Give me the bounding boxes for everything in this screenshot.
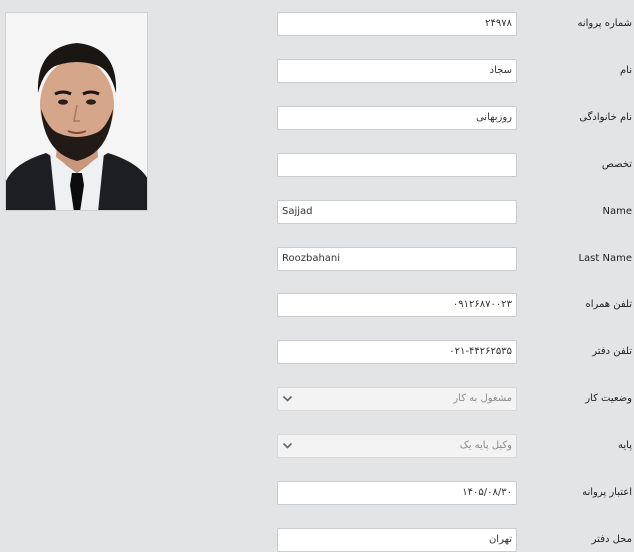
field-value: تهران bbox=[488, 534, 512, 545]
field-value: ۰۹۱۲۶۸۷۰۰۲۳ bbox=[452, 299, 512, 310]
field-label: اعتبار پروانه bbox=[582, 487, 632, 498]
field-label: Name bbox=[602, 206, 632, 217]
chevron-down-icon[interactable] bbox=[282, 440, 293, 451]
field-value: Roozbahani bbox=[282, 253, 341, 264]
field-value: مشغول به کار bbox=[453, 393, 512, 404]
field-label: Last Name bbox=[578, 253, 632, 264]
field-label: نام bbox=[619, 65, 632, 76]
field-value: ۱۴۰۵/۰۸/۳۰ bbox=[462, 487, 512, 498]
form-row: Sajjad Name bbox=[0, 200, 634, 224]
form-row: ۱۴۰۵/۰۸/۳۰ اعتبار پروانه bbox=[0, 481, 634, 505]
text-input[interactable]: ۰۹۱۲۶۸۷۰۰۲۳ bbox=[277, 293, 517, 317]
field-label: پایه bbox=[618, 440, 632, 451]
field-value: ۲۴۹۷۸ bbox=[485, 18, 512, 29]
form-row: سجاد نام bbox=[0, 59, 634, 83]
form-row: روزبهانی نام خانوادگی bbox=[0, 106, 634, 130]
form-row: تخصص bbox=[0, 153, 634, 177]
field-value: ۰۲۱-۴۴۲۶۲۵۳۵ bbox=[449, 346, 512, 357]
form-row: مشغول به کار وضعیت کار bbox=[0, 387, 634, 411]
form-row: ۰۲۱-۴۴۲۶۲۵۳۵ تلفن دفتر bbox=[0, 340, 634, 364]
field-label: وضعیت کار bbox=[585, 393, 632, 404]
form-row: ۰۹۱۲۶۸۷۰۰۲۳ تلفن همراه bbox=[0, 293, 634, 317]
select-dropdown[interactable]: مشغول به کار bbox=[277, 387, 517, 411]
form-row: ۲۴۹۷۸ شماره پروانه bbox=[0, 12, 634, 36]
text-input[interactable] bbox=[277, 153, 517, 177]
field-value: Sajjad bbox=[282, 206, 313, 217]
text-input[interactable]: ۱۴۰۵/۰۸/۳۰ bbox=[277, 481, 517, 505]
field-value: روزبهانی bbox=[475, 112, 512, 123]
text-input[interactable]: Roozbahani bbox=[277, 247, 517, 271]
text-input[interactable]: سجاد bbox=[277, 59, 517, 83]
text-input[interactable]: تهران bbox=[277, 528, 517, 552]
text-input[interactable]: ۰۲۱-۴۴۲۶۲۵۳۵ bbox=[277, 340, 517, 364]
form-row: وکیل پایه یک پایه bbox=[0, 434, 634, 458]
field-label: محل دفتر bbox=[591, 534, 632, 545]
text-input[interactable]: ۲۴۹۷۸ bbox=[277, 12, 517, 36]
form-row: Roozbahani Last Name bbox=[0, 247, 634, 271]
field-label: تخصص bbox=[601, 159, 632, 170]
field-value: سجاد bbox=[489, 65, 512, 76]
field-label: شماره پروانه bbox=[577, 18, 632, 29]
select-dropdown[interactable]: وکیل پایه یک bbox=[277, 434, 517, 458]
text-input[interactable]: Sajjad bbox=[277, 200, 517, 224]
chevron-down-icon[interactable] bbox=[282, 393, 293, 404]
text-input[interactable]: روزبهانی bbox=[277, 106, 517, 130]
field-label: نام خانوادگی bbox=[579, 112, 632, 123]
field-label: تلفن دفتر bbox=[592, 346, 632, 357]
field-value: وکیل پایه یک bbox=[459, 440, 512, 451]
field-label: تلفن همراه bbox=[585, 299, 632, 310]
form-row: تهران محل دفتر bbox=[0, 528, 634, 552]
